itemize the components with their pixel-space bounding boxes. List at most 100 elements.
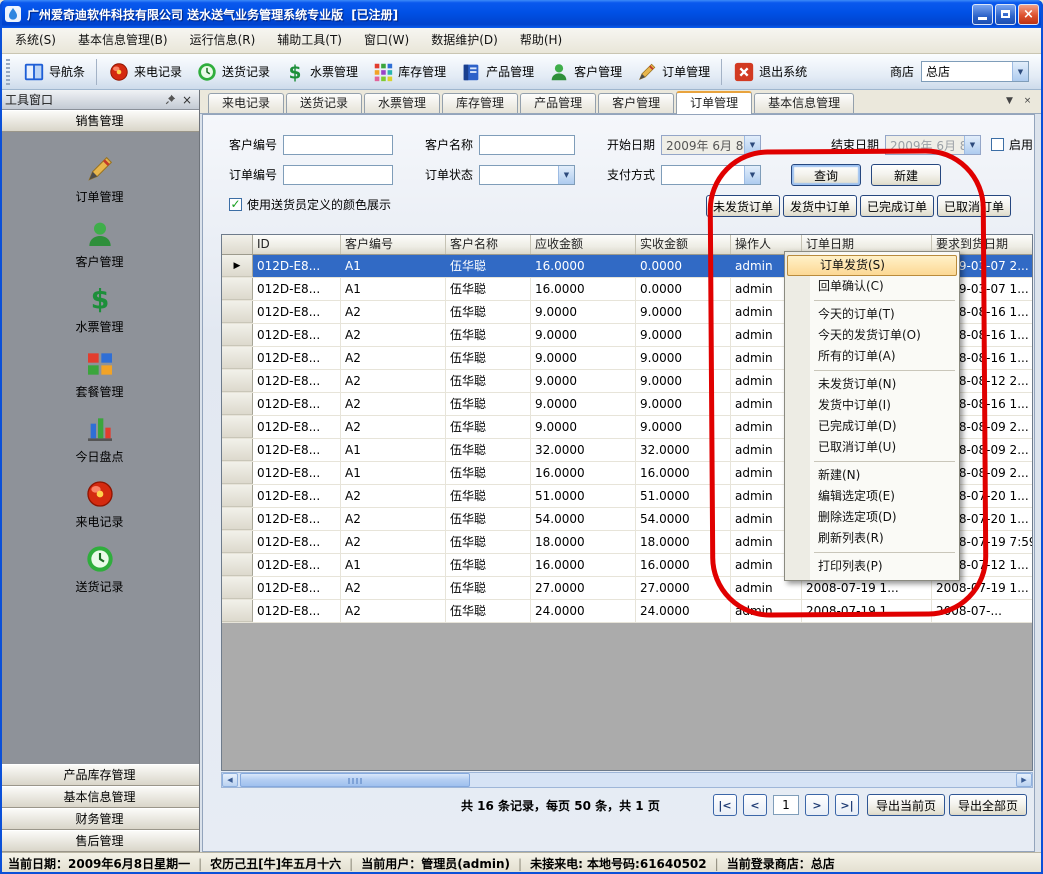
- maximize-button[interactable]: [995, 4, 1016, 25]
- context-menu-item[interactable]: 删除选定项(D): [786, 507, 958, 528]
- status-filter-button[interactable]: 发货中订单: [783, 195, 857, 217]
- tab-1[interactable]: 送货记录: [286, 93, 362, 113]
- toolbar-button-inventory[interactable]: 库存管理: [365, 57, 453, 87]
- color-display-checkbox[interactable]: [229, 198, 242, 211]
- context-menu-item[interactable]: 刷新列表(R): [786, 528, 958, 549]
- tab-4[interactable]: 产品管理: [520, 93, 596, 113]
- page-number-input[interactable]: [773, 795, 799, 815]
- sidebar-item-order[interactable]: 订单管理: [0, 148, 199, 213]
- row-selector[interactable]: ▶: [222, 255, 253, 277]
- row-selector[interactable]: [222, 462, 253, 484]
- new-button[interactable]: 新建: [871, 164, 941, 186]
- scroll-left-icon[interactable]: ◀: [222, 773, 238, 787]
- toolbar-button-product[interactable]: 产品管理: [453, 57, 541, 87]
- tab-5[interactable]: 客户管理: [598, 93, 674, 113]
- context-menu-item[interactable]: 编辑选定项(E): [786, 486, 958, 507]
- row-selector[interactable]: [222, 531, 253, 553]
- row-selector[interactable]: [222, 439, 253, 461]
- close-icon[interactable]: ×: [180, 93, 194, 107]
- grid-column-header[interactable]: 应收金额: [531, 235, 636, 254]
- tab-6[interactable]: 订单管理: [676, 91, 752, 114]
- sidebar-item-stocktake[interactable]: 今日盘点: [0, 408, 199, 473]
- toolbar-button-navigator[interactable]: 导航条: [16, 57, 92, 87]
- context-menu-item[interactable]: 发货中订单(I): [786, 395, 958, 416]
- horizontal-scrollbar[interactable]: ◀ ▶: [221, 772, 1033, 788]
- chevron-down-icon[interactable]: ▼: [558, 166, 574, 184]
- close-button[interactable]: ×: [1018, 4, 1039, 25]
- toolbar-button-call-record[interactable]: 来电记录: [101, 57, 189, 87]
- tab-0[interactable]: 来电记录: [208, 93, 284, 113]
- minimize-button[interactable]: [972, 4, 993, 25]
- next-page-button[interactable]: >: [805, 794, 829, 816]
- menu-item[interactable]: 系统(S): [4, 28, 67, 53]
- customer-no-input[interactable]: [283, 135, 393, 155]
- row-selector[interactable]: [222, 370, 253, 392]
- start-date-picker[interactable]: 2009年 6月 8日 ▼: [661, 135, 761, 155]
- menu-item[interactable]: 帮助(H): [509, 28, 573, 53]
- sidebar-group-header[interactable]: 基本信息管理: [0, 786, 199, 808]
- context-menu-item[interactable]: 今天的发货订单(O): [786, 325, 958, 346]
- scroll-right-icon[interactable]: ▶: [1016, 773, 1032, 787]
- grid-column-header[interactable]: 客户编号: [341, 235, 446, 254]
- enable-checkbox[interactable]: [991, 138, 1004, 151]
- sidebar-item-delivery-record[interactable]: 送货记录: [0, 538, 199, 603]
- row-selector[interactable]: [222, 600, 253, 622]
- status-filter-button[interactable]: 已完成订单: [860, 195, 934, 217]
- scrollbar-thumb[interactable]: [240, 773, 470, 787]
- customer-name-input[interactable]: [479, 135, 575, 155]
- sidebar-item-water-ticket[interactable]: $水票管理: [0, 278, 199, 343]
- context-menu-item[interactable]: 所有的订单(A): [786, 346, 958, 367]
- table-row[interactable]: 012D-E8...A2伍华聪24.000024.0000admin2008-0…: [222, 600, 1032, 623]
- row-selector[interactable]: [222, 393, 253, 415]
- scrollbar-track[interactable]: [238, 773, 1016, 787]
- menu-item[interactable]: 数据维护(D): [420, 28, 509, 53]
- sidebar-group-header[interactable]: 财务管理: [0, 808, 199, 830]
- sidebar-item-customer[interactable]: 客户管理: [0, 213, 199, 278]
- pin-icon[interactable]: [163, 93, 177, 107]
- row-selector[interactable]: [222, 508, 253, 530]
- last-page-button[interactable]: >|: [835, 794, 859, 816]
- order-no-input[interactable]: [283, 165, 393, 185]
- menu-item[interactable]: 窗口(W): [353, 28, 420, 53]
- pay-method-combo[interactable]: ▼: [661, 165, 761, 185]
- grid-column-header[interactable]: 实收金额: [636, 235, 731, 254]
- toolbar-button-exit[interactable]: 退出系统: [726, 57, 814, 87]
- context-menu-item[interactable]: 订单发货(S): [787, 255, 957, 276]
- order-status-combo[interactable]: ▼: [479, 165, 575, 185]
- sidebar-group-sales[interactable]: 销售管理: [0, 110, 199, 132]
- toolbar-button-order[interactable]: 订单管理: [629, 57, 717, 87]
- row-selector[interactable]: [222, 416, 253, 438]
- context-menu-item[interactable]: 新建(N): [786, 465, 958, 486]
- toolbar-button-customer[interactable]: 客户管理: [541, 57, 629, 87]
- context-menu-item[interactable]: 回单确认(C): [786, 276, 958, 297]
- export-all-pages-button[interactable]: 导出全部页: [949, 794, 1027, 816]
- status-filter-button[interactable]: 未发货订单: [706, 195, 780, 217]
- sidebar-group-header[interactable]: 售后管理: [0, 830, 199, 852]
- sidebar-group-header[interactable]: 产品库存管理: [0, 764, 199, 786]
- prev-page-button[interactable]: <: [743, 794, 767, 816]
- toolbar-button-delivery-record[interactable]: 送货记录: [189, 57, 277, 87]
- row-selector[interactable]: [222, 554, 253, 576]
- chevron-down-icon[interactable]: ▼: [744, 136, 760, 154]
- menu-item[interactable]: 辅助工具(T): [266, 28, 353, 53]
- tab-7[interactable]: 基本信息管理: [754, 93, 854, 113]
- chevron-down-icon[interactable]: ▼: [744, 166, 760, 184]
- row-selector[interactable]: [222, 577, 253, 599]
- chevron-down-icon[interactable]: ▼: [1012, 62, 1028, 81]
- row-selector[interactable]: [222, 347, 253, 369]
- menu-item[interactable]: 基本信息管理(B): [67, 28, 179, 53]
- tab-2[interactable]: 水票管理: [364, 93, 440, 113]
- export-current-page-button[interactable]: 导出当前页: [867, 794, 945, 816]
- status-filter-button[interactable]: 已取消订单: [937, 195, 1011, 217]
- context-menu-item[interactable]: 已取消订单(U): [786, 437, 958, 458]
- row-selector[interactable]: [222, 301, 253, 323]
- tab-close-icon[interactable]: ×: [1020, 93, 1035, 108]
- grid-column-header[interactable]: 客户名称: [446, 235, 531, 254]
- end-date-picker[interactable]: 2009年 6月 8日 ▼: [885, 135, 981, 155]
- context-menu-item[interactable]: 已完成订单(D): [786, 416, 958, 437]
- row-selector[interactable]: [222, 324, 253, 346]
- context-menu-item[interactable]: 打印列表(P): [786, 556, 958, 577]
- tab-list-chevron-icon[interactable]: ▼: [1002, 93, 1017, 108]
- row-selector[interactable]: [222, 278, 253, 300]
- grid-column-header[interactable]: ID: [253, 235, 341, 254]
